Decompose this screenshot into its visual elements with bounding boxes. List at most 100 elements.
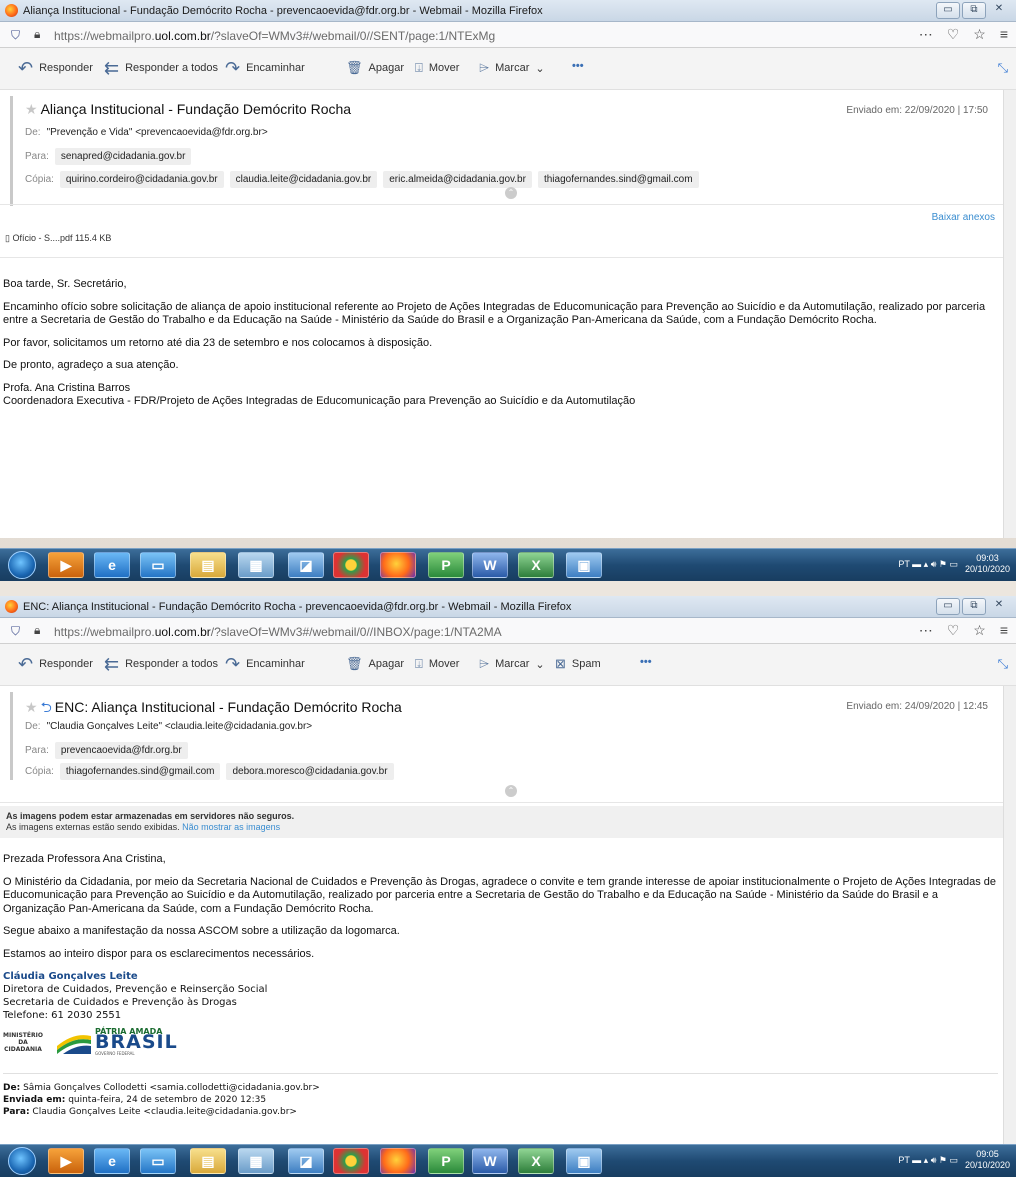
window-title: Aliança Institucional - Fundação Demócri… xyxy=(23,5,543,17)
flag-icon[interactable]: ⚑ xyxy=(939,1155,947,1165)
media-icon[interactable]: ▶ xyxy=(48,1148,84,1174)
window-controls: ▭ ⧉ ✕ xyxy=(936,2,1010,19)
address-bar[interactable]: ⛉ 🔒︎ https://webmailpro.uol.com.br/?slav… xyxy=(0,618,1016,644)
expand-header-icon[interactable]: ⌃ xyxy=(505,785,517,797)
notepad-icon[interactable]: ▦ xyxy=(238,552,274,578)
menu-icon[interactable]: ≡ xyxy=(1000,26,1008,43)
desktop-icon[interactable]: ▭ xyxy=(140,552,176,578)
collapse-icon[interactable]: ⤡ xyxy=(998,656,1008,672)
cc-chip[interactable]: thiagofernandes.sind@gmail.com xyxy=(537,171,699,188)
minimize-button[interactable]: ▭ xyxy=(936,2,960,19)
page-actions-icon[interactable]: ⋯ xyxy=(919,26,933,43)
expand-header-icon[interactable]: ⌃ xyxy=(505,187,517,199)
cc-chip[interactable]: thiagofernandes.sind@gmail.com xyxy=(59,763,221,780)
mark-button[interactable]: ⌲ Marcar ⌄ xyxy=(479,656,545,672)
restore-button[interactable]: ⧉ xyxy=(962,598,986,615)
explorer-icon[interactable]: ▣ xyxy=(566,1148,602,1174)
shield-icon[interactable]: ⛉ xyxy=(11,624,20,639)
from-row: De: "Prevenção e Vida" <prevencaoevida@fd… xyxy=(25,127,268,138)
divider xyxy=(0,257,1003,258)
network-icon[interactable]: ▭ xyxy=(949,1155,958,1165)
page-actions-icon[interactable]: ⋯ xyxy=(919,622,933,639)
more-button[interactable]: ••• xyxy=(640,656,652,668)
recipient-chip[interactable]: senapred@cidadania.gov.br xyxy=(54,148,192,165)
star-icon[interactable]: ★ xyxy=(25,699,38,715)
firefox-icon[interactable] xyxy=(380,1148,416,1174)
publisher-icon[interactable]: P xyxy=(428,552,464,578)
ie-icon[interactable]: e xyxy=(94,1148,130,1174)
ie-icon[interactable]: e xyxy=(94,552,130,578)
lock-icon[interactable]: 🔒︎ xyxy=(34,623,40,638)
cc-chip[interactable]: quirino.cordeiro@cidadania.gov.br xyxy=(59,171,224,188)
scrollbar[interactable] xyxy=(1003,90,1016,538)
reply-button[interactable]: ↶ Responder xyxy=(18,655,93,673)
menu-icon[interactable]: ≡ xyxy=(1000,622,1008,639)
move-button[interactable]: ⍗ Mover xyxy=(415,656,459,672)
lock-icon[interactable]: 🔒︎ xyxy=(34,27,40,42)
minimize-button[interactable]: ▭ xyxy=(936,598,960,615)
close-button[interactable]: ✕ xyxy=(988,598,1010,615)
publisher-icon[interactable]: P xyxy=(428,1148,464,1174)
spam-icon: ⊠ xyxy=(555,656,566,671)
excel-icon[interactable]: X xyxy=(518,1148,554,1174)
forward-button[interactable]: ↷ Encaminhar xyxy=(225,655,305,673)
reply-all-button[interactable]: ⇇ Responder a todos xyxy=(104,59,218,77)
from-address[interactable]: "Claudia Gonçalves Leite" <claudia.leite… xyxy=(47,721,313,732)
pocket-icon[interactable]: ♡ xyxy=(947,26,960,43)
start-button[interactable] xyxy=(8,1147,36,1175)
scrollbar[interactable] xyxy=(1003,686,1016,1146)
delete-button[interactable]: 🗑︎ Apagar xyxy=(346,656,404,672)
move-button[interactable]: ⍗ Mover xyxy=(415,60,459,76)
forward-button[interactable]: ↷ Encaminhar xyxy=(225,59,305,77)
folder-icon[interactable]: ▤ xyxy=(190,1148,226,1174)
delete-button[interactable]: 🗑︎ Apagar xyxy=(346,60,404,76)
restore-button[interactable]: ⧉ xyxy=(962,2,986,19)
reply-button[interactable]: ↶ Responder xyxy=(18,59,93,77)
keyboard-icon[interactable]: ▬ xyxy=(912,559,921,569)
bookmark-star-icon[interactable]: ☆ xyxy=(973,622,986,639)
address-bar[interactable]: ⛉ 🔒︎ https://webmailpro.uol.com.br/?slav… xyxy=(0,22,1016,48)
url-text[interactable]: https://webmailpro.uol.com.br/?slaveOf=W… xyxy=(54,29,495,43)
chrome-icon[interactable] xyxy=(333,1148,369,1174)
cc-chip[interactable]: debora.moresco@cidadania.gov.br xyxy=(226,763,394,780)
attachment-item[interactable]: ▯ Ofício - S....pdf 115.4 KB xyxy=(5,233,111,244)
start-button[interactable] xyxy=(8,551,36,579)
cc-chip[interactable]: eric.almeida@cidadania.gov.br xyxy=(383,171,532,188)
pocket-icon[interactable]: ♡ xyxy=(947,622,960,639)
url-text[interactable]: https://webmailpro.uol.com.br/?slaveOf=W… xyxy=(54,625,502,639)
volume-icon[interactable]: 🔊︎ xyxy=(931,1155,937,1165)
clock[interactable]: 09:03 20/10/2020 xyxy=(965,553,1010,575)
network-icon[interactable]: ▭ xyxy=(949,559,958,569)
download-attachments-link[interactable]: Baixar anexos xyxy=(932,212,995,223)
from-address[interactable]: "Prevenção e Vida" <prevencaoevida@fdr.o… xyxy=(47,127,268,138)
more-button[interactable]: ••• xyxy=(572,60,584,72)
bookmark-star-icon[interactable]: ☆ xyxy=(973,26,986,43)
chrome-icon[interactable] xyxy=(333,552,369,578)
hide-images-link[interactable]: Não mostrar as imagens xyxy=(182,822,280,832)
star-icon[interactable]: ★ xyxy=(25,101,38,117)
window-titlebar: Aliança Institucional - Fundação Demócri… xyxy=(0,0,1016,22)
notepad-icon[interactable]: ▦ xyxy=(238,1148,274,1174)
media-icon[interactable]: ▶ xyxy=(48,552,84,578)
volume-icon[interactable]: 🔊︎ xyxy=(931,559,937,569)
spam-button[interactable]: ⊠ Spam xyxy=(555,656,601,672)
reply-all-button[interactable]: ⇇ Responder a todos xyxy=(104,655,218,673)
app-icon[interactable]: ◪ xyxy=(288,1148,324,1174)
clock[interactable]: 09:05 20/10/2020 xyxy=(965,1149,1010,1171)
word-icon[interactable]: W xyxy=(472,552,508,578)
word-icon[interactable]: W xyxy=(472,1148,508,1174)
close-button[interactable]: ✕ xyxy=(988,2,1010,19)
flag-icon[interactable]: ⚑ xyxy=(939,559,947,569)
folder-icon[interactable]: ▤ xyxy=(190,552,226,578)
explorer-icon[interactable]: ▣ xyxy=(566,552,602,578)
shield-icon[interactable]: ⛉ xyxy=(11,28,20,43)
keyboard-icon[interactable]: ▬ xyxy=(912,1155,921,1165)
excel-icon[interactable]: X xyxy=(518,552,554,578)
collapse-icon[interactable]: ⤡ xyxy=(998,60,1008,76)
cc-chip[interactable]: claudia.leite@cidadania.gov.br xyxy=(229,171,378,188)
app-icon[interactable]: ◪ xyxy=(288,552,324,578)
recipient-chip[interactable]: prevencaoevida@fdr.org.br xyxy=(54,742,188,759)
desktop-icon[interactable]: ▭ xyxy=(140,1148,176,1174)
firefox-icon[interactable] xyxy=(380,552,416,578)
mark-button[interactable]: ⌲ Marcar ⌄ xyxy=(479,60,545,76)
